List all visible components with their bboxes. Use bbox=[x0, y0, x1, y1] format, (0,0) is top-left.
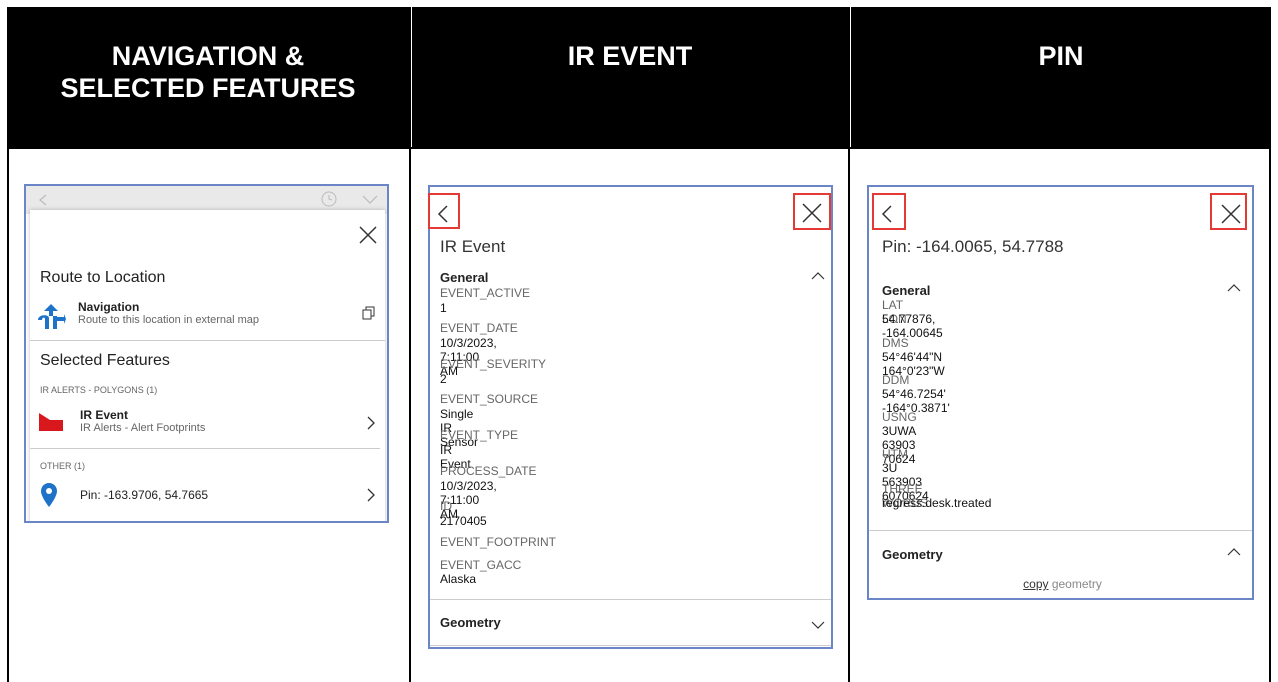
section-general-title: General bbox=[440, 270, 489, 285]
route-title: Route to Location bbox=[40, 269, 166, 286]
table-divider-1 bbox=[409, 7, 411, 682]
table-divider-2 bbox=[848, 7, 850, 682]
section-general-title: General bbox=[882, 283, 931, 298]
highlight-close-button bbox=[793, 193, 831, 230]
header-pin-label: PIN bbox=[1038, 41, 1084, 71]
chevron-up-icon[interactable] bbox=[1227, 283, 1241, 292]
navigation-title: Navigation bbox=[78, 300, 140, 314]
panel-title: IR Event bbox=[440, 237, 506, 256]
field-label: DMS bbox=[882, 336, 909, 350]
chevron-left-icon bbox=[38, 194, 48, 206]
field-label: DDM bbox=[882, 373, 910, 387]
list-item-pin[interactable]: Pin: -163.9706, 54.7665 bbox=[30, 476, 380, 512]
chevron-down-icon[interactable] bbox=[811, 621, 825, 630]
section-geometry-title[interactable]: Geometry bbox=[882, 547, 943, 562]
ir-event-subtitle: IR Alerts - Alert Footprints bbox=[80, 422, 206, 434]
field-value: Alaska bbox=[440, 572, 477, 586]
group-label-ir-alerts: IR ALERTS - POLYGONS (1) bbox=[40, 385, 158, 395]
clock-icon bbox=[321, 191, 337, 207]
field-label: ID bbox=[440, 499, 452, 513]
section-geometry-title[interactable]: Geometry bbox=[440, 615, 501, 630]
table-border-left bbox=[7, 7, 9, 682]
chevron-right-icon bbox=[367, 416, 375, 430]
chevron-right-icon bbox=[367, 488, 375, 502]
group-label-other: OTHER (1) bbox=[40, 461, 85, 471]
table-border-right bbox=[1269, 7, 1271, 682]
divider bbox=[30, 448, 380, 449]
field-label: EVENT_SEVERITY bbox=[440, 357, 547, 371]
panel-title: Pin: -164.0065, 54.7788 bbox=[882, 237, 1064, 256]
field-label: EVENT_GACC bbox=[440, 558, 522, 572]
field-value: 2170405 bbox=[440, 514, 487, 528]
polygon-icon bbox=[38, 412, 64, 432]
field-label: UTM bbox=[882, 447, 908, 461]
copy-geometry-label: geometry bbox=[1048, 577, 1102, 591]
map-pin-icon bbox=[40, 482, 58, 508]
divider bbox=[430, 645, 831, 646]
chevron-up-icon[interactable] bbox=[1227, 547, 1241, 556]
highlight-back-button bbox=[872, 193, 906, 230]
scrollbar[interactable] bbox=[387, 394, 389, 514]
field-label: USNG bbox=[882, 410, 917, 424]
copy-icon[interactable] bbox=[362, 306, 376, 320]
highlight-close-button bbox=[1210, 193, 1247, 230]
divider bbox=[430, 599, 831, 600]
list-item-ir-event[interactable]: IR Event IR Alerts - Alert Footprints bbox=[30, 400, 380, 446]
field-label: EVENT_SOURCE bbox=[440, 392, 539, 406]
field-label: EVENT_DATE bbox=[440, 321, 518, 335]
header-navigation-label: NAVIGATION & SELECTED FEATURES bbox=[60, 41, 356, 103]
field-label: EVENT_TYPE bbox=[440, 428, 519, 442]
chevron-down-icon bbox=[362, 195, 378, 205]
field-label: EVENT_FOOTPRINT bbox=[440, 535, 557, 549]
selected-features-title: Selected Features bbox=[40, 352, 170, 369]
header-navigation: NAVIGATION & SELECTED FEATURES bbox=[7, 7, 409, 147]
divider bbox=[30, 340, 385, 341]
copy-geometry-link[interactable]: copy bbox=[1023, 577, 1048, 591]
header-ir-event-label: IR EVENT bbox=[567, 41, 693, 71]
feature-card: Route to Location Navigation Route to th… bbox=[30, 210, 385, 521]
field-value: regress.desk.treated bbox=[882, 496, 992, 510]
field-value: 2 bbox=[440, 372, 447, 386]
ir-event-title: IR Event bbox=[80, 408, 129, 422]
field-label: PROCESS_DATE bbox=[440, 464, 537, 478]
ir-event-panel: IR Event General EVENT_ACTIVE 1 EVENT_DA… bbox=[428, 185, 833, 649]
navigation-subtitle: Route to this location in external map bbox=[78, 314, 259, 326]
chevron-up-icon[interactable] bbox=[811, 271, 825, 280]
highlight-back-button bbox=[428, 193, 460, 229]
pin-panel: Pin: -164.0065, 54.7788 General LAT LON … bbox=[867, 185, 1254, 600]
close-icon[interactable] bbox=[359, 226, 377, 244]
header-pin: PIN bbox=[851, 7, 1271, 147]
navigation-row[interactable]: Navigation Route to this location in ext… bbox=[30, 296, 385, 336]
field-label: EVENT_ACTIVE bbox=[440, 286, 531, 300]
field-value: 1 bbox=[440, 301, 447, 315]
directions-icon bbox=[36, 302, 66, 330]
navigation-panel: Route to Location Navigation Route to th… bbox=[24, 184, 389, 523]
copy-geometry: copy geometry bbox=[869, 577, 1252, 591]
header-row-divider bbox=[7, 147, 1271, 149]
header-ir-event: IR EVENT bbox=[412, 7, 848, 147]
pin-item-title: Pin: -163.9706, 54.7665 bbox=[80, 488, 209, 502]
divider bbox=[869, 530, 1252, 531]
